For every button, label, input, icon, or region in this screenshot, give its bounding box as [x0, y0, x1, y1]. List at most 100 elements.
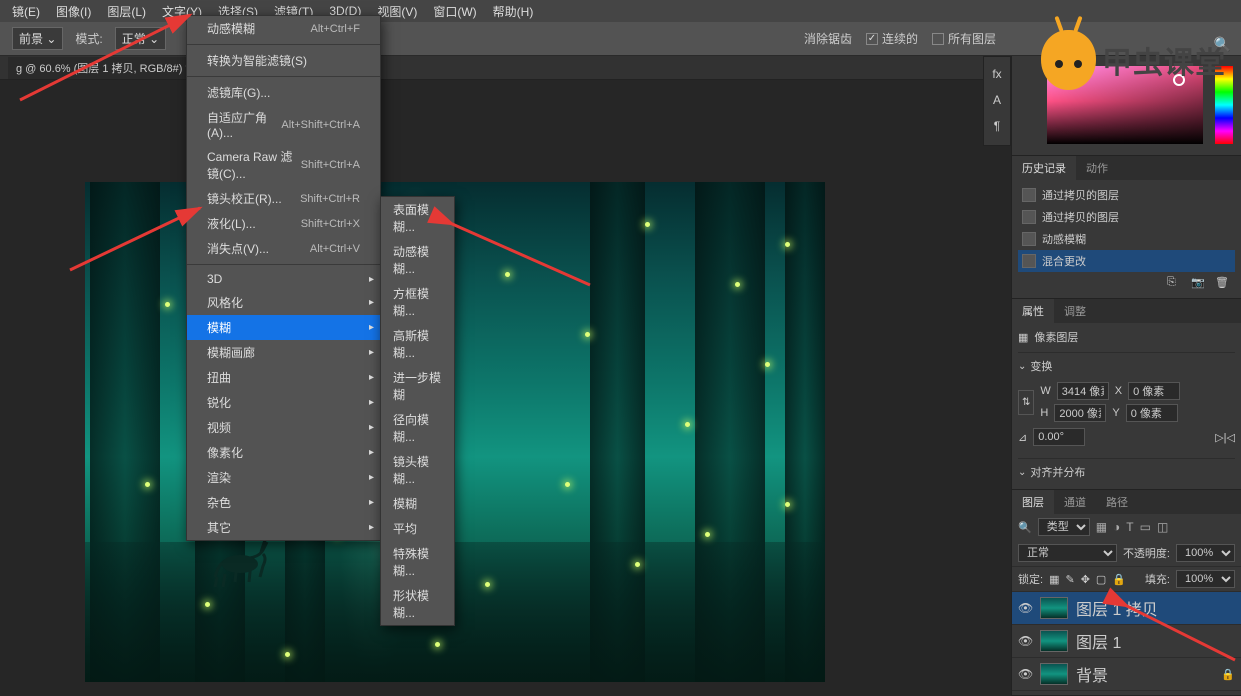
tab-channels[interactable]: 通道	[1054, 490, 1096, 514]
filter-adjust-icon[interactable]: ◑	[1113, 520, 1120, 534]
visibility-icon[interactable]: 👁	[1018, 601, 1032, 615]
blend-mode-select[interactable]: 正常	[1018, 544, 1117, 562]
blur-smart[interactable]: 特殊模糊...	[381, 541, 454, 583]
all-layers-checkbox[interactable]: 所有图层	[932, 30, 996, 47]
filter-smart[interactable]: 转换为智能滤镜(S)	[187, 48, 380, 73]
layer-row[interactable]: 👁 背景 🔒	[1012, 658, 1241, 691]
filter-blurgallery[interactable]: 模糊画廊	[187, 340, 380, 365]
fill-input[interactable]: 100%	[1176, 570, 1235, 588]
tab-adjustments[interactable]: 调整	[1054, 299, 1096, 323]
layer-name[interactable]: 背景	[1076, 662, 1108, 686]
trash-icon[interactable]: 🗑	[1215, 276, 1229, 290]
filter-noise[interactable]: 杂色	[187, 490, 380, 515]
visibility-icon[interactable]: 👁	[1018, 667, 1032, 681]
blur-radial[interactable]: 径向模糊...	[381, 407, 454, 449]
filter-blur[interactable]: 模糊	[187, 315, 380, 340]
tab-layers[interactable]: 图层	[1012, 490, 1054, 514]
mode-select[interactable]: 正常 ⌄	[115, 27, 166, 50]
document-tab[interactable]: g @ 60.6% (图层 1 拷贝, RGB/8#) * ×	[8, 57, 211, 79]
blur-motion[interactable]: 动感模糊...	[381, 239, 454, 281]
layer-name[interactable]: 图层 1 拷贝	[1076, 596, 1158, 620]
blur-more[interactable]: 进一步模糊	[381, 365, 454, 407]
layer-thumbnail[interactable]	[1040, 597, 1068, 619]
blur-blur[interactable]: 模糊	[381, 491, 454, 516]
filter-sharpen[interactable]: 锐化	[187, 390, 380, 415]
filter-render[interactable]: 渲染	[187, 465, 380, 490]
x-input[interactable]	[1128, 382, 1180, 400]
antialias-label: 消除锯齿	[804, 30, 852, 47]
lock-pixels-icon[interactable]: ✎	[1065, 573, 1074, 586]
lock-icon[interactable]: 🔒	[1112, 573, 1126, 586]
history-item[interactable]: 通过拷贝的图层	[1018, 206, 1235, 228]
blur-surface[interactable]: 表面模糊...	[381, 197, 454, 239]
menu-layer[interactable]: 图层(L)	[99, 1, 154, 22]
filter-kind-select[interactable]: 类型	[1038, 518, 1090, 536]
menu-window[interactable]: 窗口(W)	[425, 1, 484, 22]
blur-box[interactable]: 方框模糊...	[381, 281, 454, 323]
tab-actions[interactable]: 动作	[1076, 156, 1118, 180]
tab-paths[interactable]: 路径	[1096, 490, 1138, 514]
lock-position-icon[interactable]: ✥	[1081, 573, 1090, 586]
layer-row[interactable]: 👁 图层 1	[1012, 625, 1241, 658]
lock-artboard-icon[interactable]: ▢	[1096, 573, 1106, 586]
blur-shape[interactable]: 形状模糊...	[381, 583, 454, 625]
fill-label: 填充:	[1145, 571, 1170, 587]
paragraph-icon[interactable]: ¶	[994, 119, 1000, 133]
filter-other[interactable]: 其它	[187, 515, 380, 540]
properties-panel: 属性 调整 ▦像素图层 变换 ⇅ W X H	[1012, 299, 1241, 490]
panel-dock-strip: fx A ¶	[983, 56, 1011, 146]
layer-thumbnail[interactable]	[1040, 630, 1068, 652]
height-input[interactable]	[1054, 404, 1106, 422]
history-item[interactable]: 混合更改	[1018, 250, 1235, 272]
fill-source-select[interactable]: 前景 ⌄	[12, 27, 63, 50]
filter-last[interactable]: 动感模糊Alt+Ctrl+F	[187, 16, 380, 41]
layer-name[interactable]: 图层 1	[1076, 629, 1121, 653]
filter-smart-icon[interactable]: ◫	[1157, 520, 1168, 534]
angle-input[interactable]	[1033, 428, 1085, 446]
blur-lens[interactable]: 镜头模糊...	[381, 449, 454, 491]
visibility-icon[interactable]: 👁	[1018, 634, 1032, 648]
history-snapshot-icon[interactable]: 📷	[1191, 276, 1205, 290]
opacity-input[interactable]: 100%	[1176, 544, 1235, 562]
history-new-doc-icon[interactable]: ⎘	[1167, 276, 1181, 290]
filter-liquify[interactable]: 液化(L)...Shift+Ctrl+X	[187, 211, 380, 236]
link-icon[interactable]: ⇅	[1018, 390, 1034, 415]
filter-video[interactable]: 视频	[187, 415, 380, 440]
filter-cameraraw[interactable]: Camera Raw 滤镜(C)...Shift+Ctrl+A	[187, 144, 380, 186]
menu-image[interactable]: 图像(I)	[48, 1, 99, 22]
character-icon[interactable]: A	[993, 93, 1001, 107]
history-item[interactable]: 动感模糊	[1018, 228, 1235, 250]
continuous-checkbox[interactable]: ✓连续的	[866, 30, 918, 47]
width-input[interactable]	[1057, 382, 1109, 400]
fx-icon[interactable]: fx	[992, 67, 1001, 81]
y-label: Y	[1112, 407, 1119, 419]
tab-history[interactable]: 历史记录	[1012, 156, 1076, 180]
filter-shape-icon[interactable]: ▭	[1140, 520, 1151, 534]
filter-distort[interactable]: 扭曲	[187, 365, 380, 390]
layer-thumbnail[interactable]	[1040, 663, 1068, 685]
flip-horizontal-icon[interactable]: ▷|◁	[1215, 431, 1235, 444]
filter-vanish[interactable]: 消失点(V)...Alt+Ctrl+V	[187, 236, 380, 261]
blur-average[interactable]: 平均	[381, 516, 454, 541]
workspace	[0, 80, 1011, 696]
y-input[interactable]	[1126, 404, 1178, 422]
filter-stylize[interactable]: 风格化	[187, 290, 380, 315]
filter-pixelate[interactable]: 像素化	[187, 440, 380, 465]
filter-3d[interactable]: 3D	[187, 268, 380, 290]
menu-help[interactable]: 帮助(H)	[485, 1, 542, 22]
filter-gallery[interactable]: 滤镜库(G)...	[187, 80, 380, 105]
lock-all-icon[interactable]: ▦	[1049, 573, 1059, 586]
layer-row[interactable]: 👁 图层 1 拷贝	[1012, 592, 1241, 625]
layers-panel: 图层 通道 路径 🔍 类型 ▦ ◑ T ▭ ◫ 正常 不透明度: 100% 锁定…	[1012, 490, 1241, 696]
search-icon[interactable]: 🔍	[1018, 521, 1032, 534]
transform-section[interactable]: 变换	[1018, 358, 1235, 374]
blur-gaussian[interactable]: 高斯模糊...	[381, 323, 454, 365]
tab-properties[interactable]: 属性	[1012, 299, 1054, 323]
filter-pixel-icon[interactable]: ▦	[1096, 520, 1107, 534]
align-section[interactable]: 对齐并分布	[1018, 464, 1235, 480]
menu-edit[interactable]: 镜(E)	[4, 1, 48, 22]
filter-type-icon[interactable]: T	[1126, 520, 1133, 534]
filter-adaptive[interactable]: 自适应广角(A)...Alt+Shift+Ctrl+A	[187, 105, 380, 144]
history-item[interactable]: 通过拷贝的图层	[1018, 184, 1235, 206]
filter-lens[interactable]: 镜头校正(R)...Shift+Ctrl+R	[187, 186, 380, 211]
